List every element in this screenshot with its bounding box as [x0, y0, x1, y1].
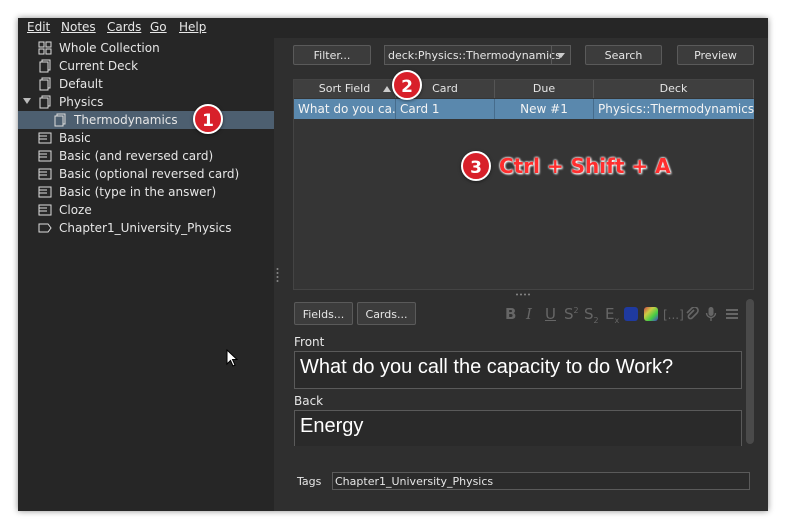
- deck-icon: [39, 95, 51, 109]
- highlight-color-icon[interactable]: [644, 307, 658, 321]
- sidebar-item-label: Basic: [59, 131, 91, 145]
- sidebar-item-current-deck[interactable]: Current Deck: [18, 57, 274, 75]
- clear-format-icon[interactable]: Ex: [605, 305, 619, 325]
- sidebar-item-label: Basic (optional reversed card): [59, 167, 240, 181]
- more-icon[interactable]: [725, 308, 739, 320]
- superscript-icon[interactable]: S2: [564, 305, 579, 323]
- bold-icon[interactable]: B: [505, 305, 516, 323]
- splitter-handle-horizontal[interactable]: [515, 293, 533, 296]
- menu-bar: Edit Notes Cards Go Help: [18, 18, 768, 38]
- column-header-deck[interactable]: Deck: [594, 80, 754, 98]
- note-type-icon: [38, 168, 52, 180]
- annotation-badge-3: 3: [461, 151, 491, 181]
- sidebar-item-thermodynamics[interactable]: Thermodynamics: [18, 111, 274, 129]
- shortcut-annotation: Ctrl + Shift + A: [499, 154, 671, 178]
- search-button[interactable]: Search: [585, 45, 662, 65]
- sidebar-item-default[interactable]: Default: [18, 75, 274, 93]
- column-header-due[interactable]: Due: [495, 80, 594, 98]
- table-cell-deck[interactable]: Physics::Thermodynamics: [594, 99, 754, 119]
- note-type-icon: [38, 204, 52, 216]
- card-table[interactable]: Sort Field Card Due Deck What do you ca.…: [293, 79, 754, 290]
- tags-input[interactable]: Chapter1_University_Physics: [332, 472, 750, 490]
- fields-button[interactable]: Fields...: [294, 302, 353, 325]
- search-combo[interactable]: deck:Physics::Thermodynamics: [384, 45, 571, 65]
- cards-button[interactable]: Cards...: [357, 302, 416, 325]
- underline-icon[interactable]: U: [545, 305, 556, 323]
- sidebar-item-label: Whole Collection: [59, 41, 160, 55]
- menu-go[interactable]: Go: [150, 20, 167, 34]
- sidebar-item-label: Basic (and reversed card): [59, 149, 214, 163]
- table-cell-card[interactable]: Card 1: [396, 99, 495, 119]
- menu-edit[interactable]: Edit: [27, 20, 50, 34]
- menu-notes[interactable]: Notes: [61, 20, 96, 34]
- note-type-icon: [38, 150, 52, 162]
- sidebar-item-label: Physics: [59, 95, 104, 109]
- menu-help[interactable]: Help: [179, 20, 206, 34]
- sidebar-item-whole-collection[interactable]: Whole Collection: [18, 39, 274, 57]
- sidebar-item-tag-chapter1[interactable]: Chapter1_University_Physics: [18, 219, 274, 237]
- annotation-badge-1: 1: [193, 104, 223, 134]
- menu-cards[interactable]: Cards: [107, 20, 141, 34]
- tag-icon: [38, 223, 52, 233]
- sidebar-item-label: Cloze: [59, 203, 92, 217]
- search-query: deck:Physics::Thermodynamics: [388, 49, 561, 62]
- expand-arrow-icon[interactable]: [23, 98, 31, 104]
- mouse-cursor-icon: [226, 349, 238, 367]
- sidebar-item-cloze[interactable]: Cloze: [18, 201, 274, 219]
- deck-icon: [54, 113, 66, 127]
- sidebar-item-basic-optional-reversed[interactable]: Basic (optional reversed card): [18, 165, 274, 183]
- sidebar-item-label: Current Deck: [59, 59, 139, 73]
- column-header-sort-field[interactable]: Sort Field: [294, 80, 396, 98]
- sidebar: Whole Collection Current Deck Default Ph…: [18, 38, 274, 511]
- sidebar-item-basic-type-answer[interactable]: Basic (type in the answer): [18, 183, 274, 201]
- record-icon[interactable]: [705, 306, 717, 322]
- table-cell-sort-field[interactable]: What do you ca...: [294, 99, 396, 119]
- preview-button[interactable]: Preview: [677, 45, 754, 65]
- note-type-icon: [38, 132, 52, 144]
- editor-scrollbar[interactable]: [746, 299, 754, 444]
- text-color-icon[interactable]: [624, 307, 638, 321]
- note-type-icon: [38, 186, 52, 198]
- sidebar-item-label: Basic (type in the answer): [59, 185, 217, 199]
- tags-label: Tags: [297, 475, 322, 488]
- column-header-label: Sort Field: [318, 82, 371, 95]
- sort-ascending-icon: [383, 86, 391, 92]
- cloze-icon[interactable]: [...]: [663, 308, 684, 322]
- table-cell-due[interactable]: New #1: [495, 99, 594, 119]
- splitter-handle[interactable]: [276, 266, 279, 284]
- deck-icon: [39, 77, 51, 91]
- sidebar-item-physics[interactable]: Physics: [18, 93, 274, 111]
- italic-icon[interactable]: I: [526, 305, 532, 323]
- sidebar-item-label: Thermodynamics: [74, 113, 178, 127]
- sidebar-item-label: Default: [59, 77, 103, 91]
- sidebar-item-basic-reversed[interactable]: Basic (and reversed card): [18, 147, 274, 165]
- sidebar-item-basic[interactable]: Basic: [18, 129, 274, 147]
- subscript-icon[interactable]: S2: [584, 305, 599, 325]
- back-field[interactable]: Energy: [294, 410, 742, 446]
- deck-icon: [39, 59, 51, 73]
- annotation-badge-2: 2: [392, 70, 422, 100]
- collection-icon: [38, 41, 52, 55]
- sidebar-item-label: Chapter1_University_Physics: [59, 221, 232, 235]
- field-label-back: Back: [294, 394, 324, 408]
- browser-window: Edit Notes Cards Go Help Whole Collectio…: [18, 18, 768, 511]
- chevron-down-icon[interactable]: [551, 46, 570, 64]
- field-label-front: Front: [294, 335, 325, 349]
- front-field[interactable]: What do you call the capacity to do Work…: [294, 351, 742, 389]
- attach-icon[interactable]: [685, 307, 699, 321]
- filter-button[interactable]: Filter...: [293, 45, 371, 65]
